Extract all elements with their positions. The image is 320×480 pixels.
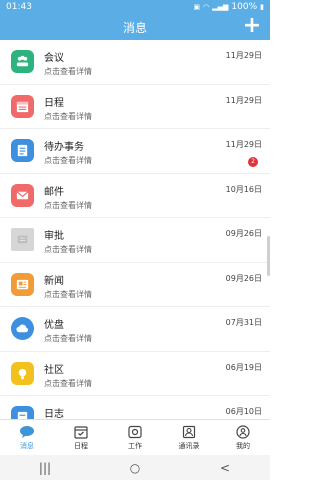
calendar-tab-icon bbox=[73, 425, 89, 439]
nfc-icon: ▣ bbox=[193, 3, 201, 11]
system-nav-bar: ||| ○ < bbox=[0, 455, 270, 480]
message-row-schedule[interactable]: 日程 点击查看详情 11月29日 bbox=[0, 85, 270, 129]
meeting-icon bbox=[11, 50, 34, 73]
status-time: 01:43 bbox=[6, 2, 32, 12]
contacts-icon bbox=[181, 425, 197, 439]
message-title: 日志 bbox=[44, 409, 64, 419]
message-date: 11月29日 bbox=[225, 140, 262, 149]
page-title: 消息 bbox=[122, 20, 147, 35]
tab-label: 工作 bbox=[128, 441, 142, 450]
bottom-tab-bar: 消息 日程 工作 通讯录 我的 bbox=[0, 419, 270, 455]
message-date: 06月10日 bbox=[225, 407, 262, 416]
community-icon bbox=[11, 361, 34, 385]
home-button[interactable]: ○ bbox=[115, 458, 155, 478]
log-icon bbox=[11, 406, 34, 419]
message-subtitle: 点击查看详情 bbox=[44, 289, 92, 299]
message-row-log[interactable]: 日志 06月10日 bbox=[0, 396, 270, 419]
chat-icon bbox=[19, 425, 35, 439]
recents-button[interactable]: ||| bbox=[25, 458, 65, 478]
profile-icon bbox=[235, 424, 251, 439]
message-row-community[interactable]: 社区 点击查看详情 06月19日 bbox=[0, 352, 270, 396]
calendar-icon bbox=[11, 94, 34, 118]
tab-label: 我的 bbox=[236, 441, 250, 450]
message-row-news[interactable]: 新闻 点击查看详情 09月26日 bbox=[0, 263, 270, 307]
message-title: 新闻 bbox=[44, 275, 64, 287]
message-title: 社区 bbox=[44, 364, 64, 376]
message-subtitle: 点击查看详情 bbox=[44, 111, 92, 121]
title-bar: 消息 + bbox=[0, 14, 270, 40]
message-title: 日程 bbox=[44, 97, 64, 109]
message-subtitle: 点击查看详情 bbox=[44, 245, 92, 254]
add-button[interactable]: + bbox=[240, 15, 264, 39]
news-icon bbox=[11, 272, 34, 296]
message-row-todo[interactable]: 待办事务 点击查看详情 11月29日 2 bbox=[0, 129, 270, 174]
message-subtitle: 点击查看详情 bbox=[44, 378, 92, 388]
tab-schedule[interactable]: 日程 bbox=[54, 420, 108, 455]
mail-icon bbox=[11, 183, 34, 207]
message-title: 优盘 bbox=[44, 320, 64, 331]
message-list: 会议 点击查看详情 11月29日 日程 点击查看详情 11月29日 待办事务 点… bbox=[0, 40, 270, 419]
status-bar: 01:43 ▣ ◠ ▂▄▆ 100% ▮ bbox=[0, 0, 270, 14]
message-subtitle: 点击查看详情 bbox=[44, 67, 92, 76]
battery-icon: ▮ bbox=[260, 3, 264, 11]
status-indicators: ▣ ◠ ▂▄▆ 100% ▮ bbox=[194, 2, 264, 12]
tab-label: 日程 bbox=[74, 441, 88, 450]
back-button[interactable]: < bbox=[205, 458, 245, 478]
message-title: 待办事务 bbox=[44, 142, 84, 153]
message-date: 10月16日 bbox=[225, 184, 262, 194]
message-date: 07月31日 bbox=[225, 318, 262, 327]
tab-profile[interactable]: 我的 bbox=[216, 420, 270, 455]
message-row-udisk[interactable]: 优盘 点击查看详情 07月31日 bbox=[0, 307, 270, 352]
unread-badge: 2 bbox=[248, 157, 258, 167]
signal-icon: ▂▄▆ bbox=[212, 3, 229, 11]
message-row-meeting[interactable]: 会议 点击查看详情 11月29日 bbox=[0, 40, 270, 85]
cloud-icon bbox=[11, 317, 34, 340]
message-row-mail[interactable]: 邮件 点击查看详情 10月16日 bbox=[0, 174, 270, 218]
approval-icon bbox=[11, 228, 34, 251]
tab-contacts[interactable]: 通讯录 bbox=[162, 420, 216, 455]
tab-work[interactable]: 工作 bbox=[108, 420, 162, 455]
tab-label: 消息 bbox=[20, 441, 34, 450]
tab-label: 通讯录 bbox=[178, 441, 200, 450]
message-subtitle: 点击查看详情 bbox=[44, 156, 92, 165]
todo-icon bbox=[11, 139, 34, 162]
message-title: 会议 bbox=[44, 53, 64, 64]
work-icon bbox=[127, 425, 143, 439]
message-date: 06月19日 bbox=[225, 362, 262, 372]
message-date: 11月29日 bbox=[225, 51, 262, 60]
message-title: 审批 bbox=[44, 231, 64, 242]
message-date: 11月29日 bbox=[225, 95, 262, 105]
message-title: 邮件 bbox=[44, 186, 64, 198]
message-subtitle: 点击查看详情 bbox=[44, 200, 92, 210]
scroll-handle[interactable] bbox=[267, 236, 270, 276]
message-date: 09月26日 bbox=[225, 229, 262, 238]
tab-messages[interactable]: 消息 bbox=[0, 420, 54, 455]
message-subtitle: 点击查看详情 bbox=[44, 334, 92, 343]
message-row-approval[interactable]: 审批 点击查看详情 09月26日 bbox=[0, 218, 270, 263]
wifi-icon: ◠ bbox=[203, 3, 210, 11]
battery-level: 100% bbox=[231, 2, 258, 12]
message-date: 09月26日 bbox=[225, 273, 262, 283]
